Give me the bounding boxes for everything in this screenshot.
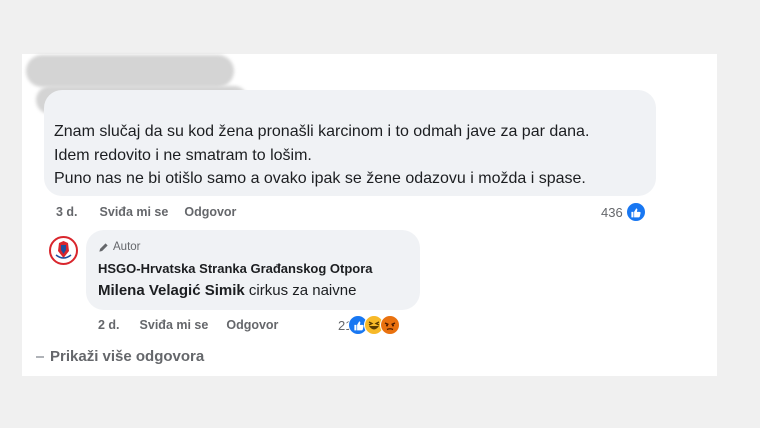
like-button[interactable]: Sviđa mi se [100, 205, 169, 219]
more-replies-label: Prikaži više odgovora [50, 348, 205, 365]
reply-button[interactable]: Odgovor [184, 205, 236, 219]
comment-line: Idem redovito i ne smatram to lošim. [54, 146, 312, 164]
page-avatar[interactable] [49, 236, 78, 265]
reply-actions: 2 d. Sviđa mi se Odgovor [98, 317, 278, 333]
page-name[interactable]: HSGO-Hrvatska Stranka Građanskog Otpora [98, 261, 373, 276]
pencil-icon [98, 242, 109, 253]
reply-reply-button[interactable]: Odgovor [226, 318, 278, 332]
reply-time[interactable]: 2 d. [98, 318, 120, 332]
comment-actions: 3 d. Sviđa mi se Odgovor [56, 204, 236, 220]
more-replies-link[interactable]: Prikaži više odgovora [36, 348, 204, 365]
redacted-name [26, 55, 234, 87]
comment-reactions[interactable]: 436 [601, 202, 646, 222]
comment-line: Znam slučaj da su kod žena pronašli karc… [54, 123, 590, 140]
reply-text: Milena Velagić Simik cirkus za naivne [98, 282, 356, 299]
more-replies-connector [36, 355, 44, 358]
reply-body: cirkus za naivne [244, 282, 357, 299]
mention-link[interactable]: Milena Velagić Simik [98, 282, 245, 299]
comment-text: Znam slučaj da su kod žena pronašli karc… [54, 120, 654, 191]
author-badge-label: Autor [113, 241, 141, 253]
angry-icon [380, 315, 401, 335]
comment-line: Puno nas ne bi otišlo samo a ovako ipak … [54, 170, 586, 187]
like-icon [625, 202, 646, 222]
reaction-count: 436 [601, 204, 623, 220]
reply-like-button[interactable]: Sviđa mi se [140, 318, 209, 332]
author-badge: Autor [98, 240, 141, 254]
comment-time[interactable]: 3 d. [56, 205, 78, 219]
reply-reactions[interactable]: 21 [338, 314, 401, 336]
